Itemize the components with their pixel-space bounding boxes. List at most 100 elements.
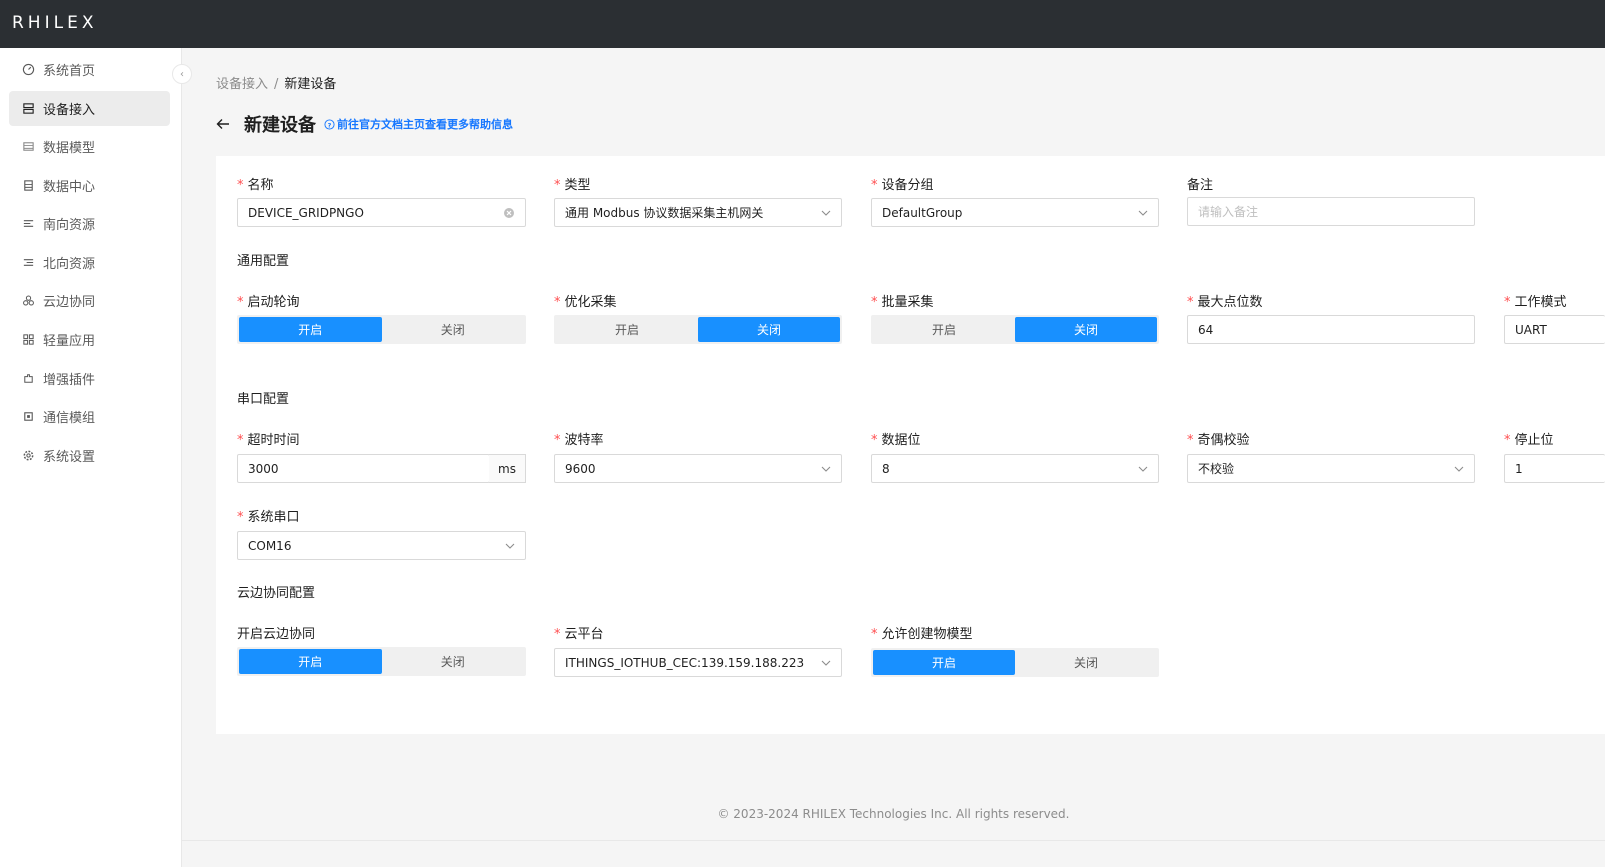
platform-select[interactable]: ITHINGS_IOTHUB_CEC:139.159.188.223 [554,648,842,677]
north-icon [23,259,34,266]
polling-toggle[interactable]: 开启 关闭 [237,315,526,344]
batch-off-option[interactable]: 关闭 [1015,317,1157,342]
cloud-enable-on-option[interactable]: 开启 [239,649,382,674]
sidebar-item-label: 数据模型 [43,141,96,156]
sidebar-item-home[interactable]: 系统首页 [9,52,170,87]
sidebar-item-label: 增强插件 [43,373,96,388]
stop-bits-label: * 停止位 [1504,433,1554,448]
work-mode-label: * 工作模式 [1504,295,1567,310]
chevron-down-icon [821,466,831,472]
sidebar-item-label: 北向资源 [43,257,96,272]
south-icon [23,220,34,227]
cloud-section-title: 云边协同配置 [237,586,316,601]
app-logo[interactable]: RHILEX [12,13,97,33]
cloud-icon [23,295,34,306]
sidebar-item-settings[interactable]: 系统设置 [9,438,170,473]
polling-on-option[interactable]: 开启 [239,317,382,342]
timeout-input[interactable]: 3000 [237,454,490,483]
chip-icon [24,412,33,421]
sidebar: 系统首页 设备接入 数据模型 数据中心 南向资源 北向资源 云边协同 轻量应用 … [0,48,192,867]
sidebar-item-module[interactable]: 通信模组 [9,399,170,434]
form-card: * 名称 DEVICE_GRIDPNGO * 类型 通用 Modbus 协议数据采集… [216,156,1605,734]
plugin-icon [24,374,33,383]
optimize-off-option[interactable]: 关闭 [698,317,840,342]
sidebar-collapse-button[interactable]: ‹ [172,64,192,84]
group-select[interactable]: DefaultGroup [871,198,1159,227]
optimize-on-option[interactable]: 开启 [556,317,698,342]
serial-section-title: 串口配置 [237,392,290,407]
app-icon [23,334,34,345]
allow-model-toggle[interactable]: 开启 关闭 [871,648,1159,677]
help-link[interactable]: ? 前往官方文档主页查看更多帮助信息 [324,116,513,132]
sidebar-item-app[interactable]: 轻量应用 [9,322,170,357]
sidebar-item-cloud[interactable]: 云边协同 [9,283,170,318]
sidebar-item-model[interactable]: 数据模型 [9,129,170,164]
sidebar-item-label: 轻量应用 [43,334,96,349]
sidebar-item-label: 云边协同 [43,295,96,310]
database-icon [24,180,33,191]
batch-toggle[interactable]: 开启 关闭 [871,315,1159,344]
chevron-down-icon [505,543,515,549]
chevron-down-icon [1138,466,1148,472]
optimize-toggle[interactable]: 开启 关闭 [554,315,842,344]
breadcrumb: 设备接入 / 新建设备 [216,73,336,92]
help-link-text: 前往官方文档主页查看更多帮助信息 [337,118,513,131]
sidebar-item-plugin[interactable]: 增强插件 [9,361,170,396]
footer-divider [182,840,1605,841]
question-circle-icon: ? [324,118,335,130]
page-title: 新建设备 [244,115,316,136]
allow-model-label: * 允许创建物模型 [871,627,973,642]
breadcrumb-parent[interactable]: 设备接入 [216,77,268,92]
baud-select[interactable]: 9600 [554,454,842,483]
parity-label: * 奇偶校验 [1187,433,1250,448]
batch-label: * 批量采集 [871,295,934,310]
allow-model-on-option[interactable]: 开启 [873,650,1015,675]
remark-label: 备注 [1187,178,1214,193]
sidebar-item-label: 通信模组 [43,411,96,426]
timeout-label: * 超时时间 [237,433,300,448]
optimize-label: * 优化采集 [554,295,617,310]
sidebar-item-label: 系统设置 [43,450,96,465]
sidebar-item-north[interactable]: 北向资源 [9,245,170,280]
gear-icon [23,450,34,461]
stop-bits-select[interactable]: 1 [1504,454,1605,483]
max-points-input[interactable]: 64 [1187,315,1475,344]
data-bits-select[interactable]: 8 [871,454,1159,483]
sidebar-item-south[interactable]: 南向资源 [9,206,170,241]
model-icon [23,142,34,151]
general-section-title: 通用配置 [237,254,290,269]
group-label: * 设备分组 [871,178,934,193]
sidebar-item-label: 南向资源 [43,218,96,233]
back-arrow-icon[interactable] [216,117,230,131]
port-select[interactable]: COM16 [237,531,526,560]
work-mode-select[interactable]: UART [1504,315,1605,344]
baud-label: * 波特率 [554,433,604,448]
cloud-enable-label: 开启云边协同 [237,627,316,642]
cloud-enable-toggle[interactable]: 开启 关闭 [237,647,526,676]
batch-on-option[interactable]: 开启 [873,317,1015,342]
sidebar-item-label: 设备接入 [43,103,96,118]
footer: © 2023-2024 RHILEX Technologies Inc. All… [717,807,1070,821]
allow-model-off-option[interactable]: 关闭 [1015,650,1157,675]
cloud-enable-off-option[interactable]: 关闭 [382,649,525,674]
device-icon [23,103,34,114]
sidebar-item-device[interactable]: 设备接入 [9,91,170,126]
parity-select[interactable]: 不校验 [1187,454,1475,483]
type-label: * 类型 [554,178,591,193]
breadcrumb-current: 新建设备 [284,77,337,92]
polling-label: * 启动轮询 [237,295,300,310]
max-points-label: * 最大点位数 [1187,295,1263,310]
clear-icon[interactable] [503,207,515,219]
sidebar-item-label: 系统首页 [43,64,96,79]
timeout-unit: ms [489,454,526,483]
name-input[interactable]: DEVICE_GRIDPNGO [237,198,526,227]
type-select[interactable]: 通用 Modbus 协议数据采集主机网关 [554,198,842,227]
svg-text:?: ? [328,121,332,129]
page-header: 新建设备 ? 前往官方文档主页查看更多帮助信息 [216,111,513,137]
top-bar: RHILEX [0,0,1605,48]
sidebar-item-datacenter[interactable]: 数据中心 [9,168,170,203]
polling-off-option[interactable]: 关闭 [382,317,525,342]
data-bits-label: * 数据位 [871,433,921,448]
remark-input[interactable]: 请输入备注 [1187,197,1475,226]
breadcrumb-separator: / [274,77,279,92]
